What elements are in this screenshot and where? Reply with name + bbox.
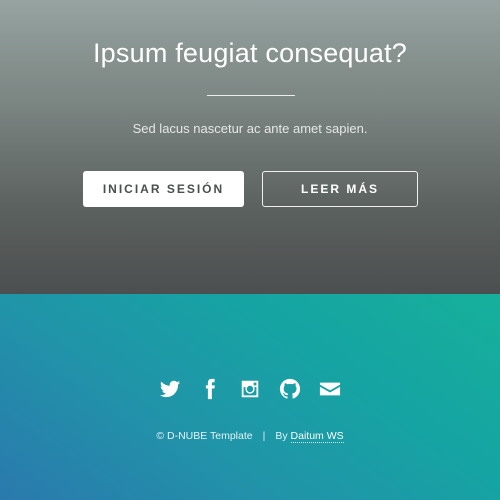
instagram-icon[interactable] (239, 378, 261, 400)
hero-subtitle: Sed lacus nascetur ac ante amet sapien. (132, 121, 368, 136)
credits-separator: | (262, 430, 266, 442)
hero-section: Ipsum feugiat consequat? Sed lacus nasce… (0, 0, 500, 294)
hero-title: Ipsum feugiat consequat? (92, 38, 407, 68)
facebook-icon[interactable] (199, 378, 221, 400)
title-divider (207, 95, 295, 96)
twitter-icon[interactable] (159, 378, 181, 400)
copyright-text: © D-NUBE Template (156, 430, 253, 442)
by-label: By (275, 430, 288, 442)
envelope-icon[interactable] (319, 378, 341, 400)
social-icons (0, 378, 500, 400)
github-icon[interactable] (279, 378, 301, 400)
author-link[interactable]: Daitum WS (290, 430, 344, 443)
footer: © D-NUBE Template | By Daitum WS (0, 294, 500, 500)
login-button[interactable]: INICIAR SESIÓN (83, 171, 244, 207)
footer-credits: © D-NUBE Template | By Daitum WS (0, 430, 500, 443)
read-more-button[interactable]: LEER MÁS (262, 171, 418, 207)
